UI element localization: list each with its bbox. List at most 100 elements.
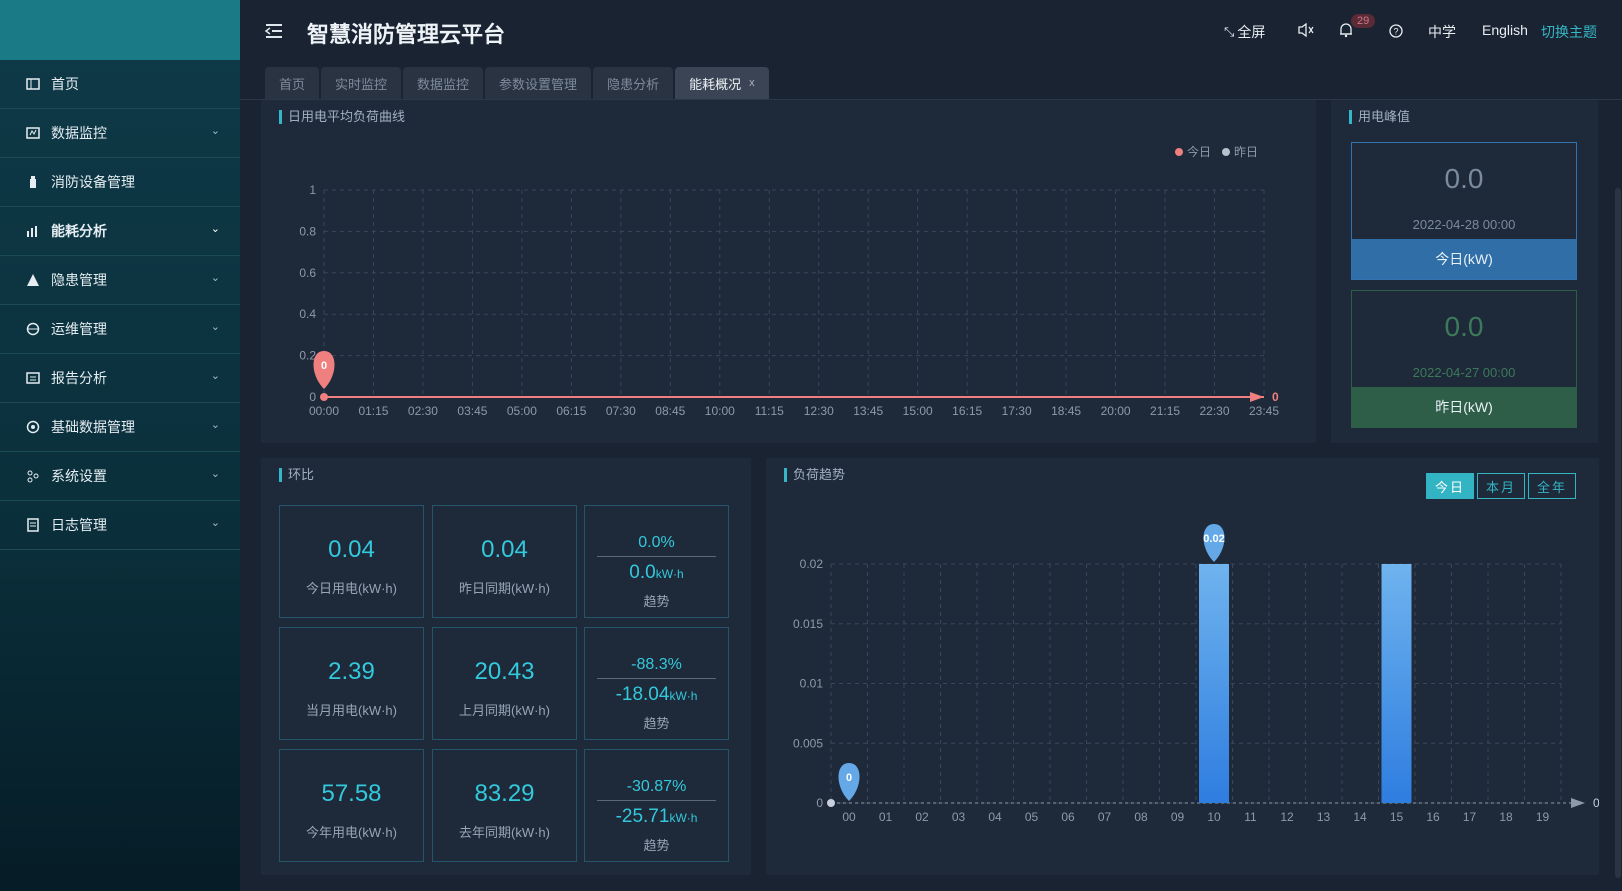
x-axis-arrow: [1571, 798, 1585, 808]
ratio-current-cell: 0.04 今日用电(kW·h): [279, 505, 424, 618]
panel-title: 环比: [279, 468, 314, 482]
fullscreen-button[interactable]: ⤡ 全屏: [1224, 22, 1265, 42]
chevron-down-icon: ⌄: [210, 517, 220, 529]
peak-date: 2022-04-27 00:00: [1412, 365, 1516, 380]
scrollbar-thumb[interactable]: [1615, 188, 1621, 878]
x-tick-label: 20:00: [1101, 404, 1131, 418]
ratio-percent: -30.87%: [626, 778, 687, 795]
axis-end-label: 0: [1593, 796, 1599, 810]
lang-en-button[interactable]: English: [1482, 22, 1528, 38]
tab-close-icon[interactable]: x: [749, 77, 755, 89]
x-tick-label: 05:00: [507, 404, 537, 418]
period-month-button[interactable]: 本月: [1477, 473, 1525, 499]
ratio-current-value: 0.04: [328, 536, 375, 563]
ratio-previous-value: 0.04: [481, 536, 528, 563]
x-tick-label: 21:15: [1150, 404, 1180, 418]
ratio-diff-unit: kW·h: [669, 689, 698, 703]
sidebar-item-label: 首页: [51, 76, 79, 92]
svg-text:?: ?: [1393, 27, 1398, 37]
menu-fold-icon[interactable]: [264, 21, 284, 41]
mute-button[interactable]: [1297, 22, 1315, 41]
sidebar-item-label: 基础数据管理: [51, 419, 135, 435]
divider: [597, 678, 716, 679]
x-tick-label: 04: [988, 810, 1002, 824]
ratio-current-label: 今日用电(kW·h): [306, 581, 397, 596]
ratio-current-cell: 57.58 今年用电(kW·h): [279, 749, 424, 862]
peak-value: 0.0: [1444, 163, 1484, 194]
bar: [1381, 564, 1412, 803]
ratio-current-label: 当月用电(kW·h): [306, 703, 397, 718]
ratio-previous-cell: 0.04 昨日同期(kW·h): [432, 505, 577, 618]
network-icon: [26, 469, 40, 483]
sidebar-item-fire-equipment[interactable]: 消防设备管理: [0, 158, 240, 207]
ratio-previous-cell: 83.29 去年同期(kW·h): [432, 749, 577, 862]
switch-theme-link[interactable]: 切换主题: [1541, 22, 1597, 42]
x-tick-label: 12: [1280, 810, 1294, 824]
x-tick-label: 16: [1426, 810, 1440, 824]
data-point: [320, 393, 328, 401]
tab-realtime-monitor[interactable]: 实时监控: [321, 67, 402, 99]
sidebar-item-home[interactable]: 首页: [0, 60, 240, 109]
bar-chart-icon: [26, 224, 40, 238]
series-end-label: 0: [1272, 390, 1279, 404]
x-tick-label: 06: [1061, 810, 1075, 824]
period-year-button[interactable]: 全年: [1528, 473, 1576, 499]
x-tick-label: 01:15: [358, 404, 388, 418]
database-icon: [26, 420, 40, 434]
x-tick-label: 10:00: [705, 404, 735, 418]
sidebar-item-logs[interactable]: 日志管理 ⌄: [0, 501, 240, 550]
sidebar-item-data-monitor[interactable]: 数据监控 ⌄: [0, 109, 240, 158]
ratio-trend-label: 趋势: [643, 838, 670, 853]
x-tick-label: 16:15: [952, 404, 982, 418]
ratio-previous-cell: 20.43 上月同期(kW·h): [432, 627, 577, 740]
ratio-current-label: 今年用电(kW·h): [306, 825, 397, 840]
ratio-previous-label: 上月同期(kW·h): [459, 703, 550, 718]
sidebar-item-hazard[interactable]: 隐患管理 ⌄: [0, 256, 240, 305]
help-button[interactable]: ?: [1388, 22, 1404, 41]
home-icon: [26, 77, 40, 91]
y-tick-label: 0: [309, 390, 316, 404]
y-tick-label: 0.4: [299, 307, 316, 321]
y-tick-label: 0.6: [299, 266, 316, 280]
legend-yesterday-dot: [1222, 148, 1230, 156]
y-tick-label: 0.005: [793, 736, 823, 750]
sidebar-item-system-settings[interactable]: 系统设置 ⌄: [0, 452, 240, 501]
x-tick-label: 17:30: [1002, 404, 1032, 418]
max-data-label: 0.02: [1203, 533, 1224, 545]
ratio-diff: 0.0kW·h: [629, 562, 684, 583]
x-tick-label: 08: [1134, 810, 1148, 824]
tab-data-monitor[interactable]: 数据监控: [403, 67, 484, 99]
tab-home[interactable]: 首页: [265, 67, 320, 99]
tab-energy-overview[interactable]: 能耗概况 x: [675, 67, 769, 99]
chevron-down-icon: ⌄: [210, 272, 220, 284]
sidebar-item-report[interactable]: 报告分析 ⌄: [0, 354, 240, 403]
monitor-icon: [26, 126, 40, 140]
peak-date: 2022-04-28 00:00: [1412, 217, 1516, 232]
divider: [597, 556, 716, 557]
sidebar-item-base-data[interactable]: 基础数据管理 ⌄: [0, 403, 240, 452]
x-tick-label: 02:30: [408, 404, 438, 418]
y-tick-label: 0.2: [299, 349, 316, 363]
scrollbar-track[interactable]: [1614, 100, 1622, 891]
sidebar-item-maintenance[interactable]: 运维管理 ⌄: [0, 305, 240, 354]
ratio-current-cell: 2.39 当月用电(kW·h): [279, 627, 424, 740]
x-tick-label: 11:15: [755, 404, 784, 418]
x-tick-label: 05: [1025, 810, 1039, 824]
ratio-diff-unit: kW·h: [669, 811, 698, 825]
x-tick-label: 18:45: [1051, 404, 1081, 418]
logo-area: [0, 0, 240, 60]
sidebar-item-label: 能耗分析: [51, 223, 107, 239]
question-icon: ?: [1388, 22, 1404, 41]
lang-cn-button[interactable]: 中学: [1428, 22, 1456, 42]
tab-hazard-analysis[interactable]: 隐患分析: [593, 67, 674, 99]
ratio-percent: -88.3%: [631, 656, 682, 673]
x-tick-label: 22:30: [1200, 404, 1230, 418]
x-tick-label: 13:45: [853, 404, 883, 418]
legend-today: 今日: [1187, 144, 1211, 159]
period-today-button[interactable]: 今日: [1426, 473, 1474, 499]
ratio-previous-label: 昨日同期(kW·h): [459, 581, 550, 596]
min-data-label: 0: [846, 772, 852, 784]
divider: [597, 800, 716, 801]
sidebar-item-energy-analysis[interactable]: 能耗分析 ⌄: [0, 207, 240, 256]
tab-param-settings[interactable]: 参数设置管理: [485, 67, 592, 99]
